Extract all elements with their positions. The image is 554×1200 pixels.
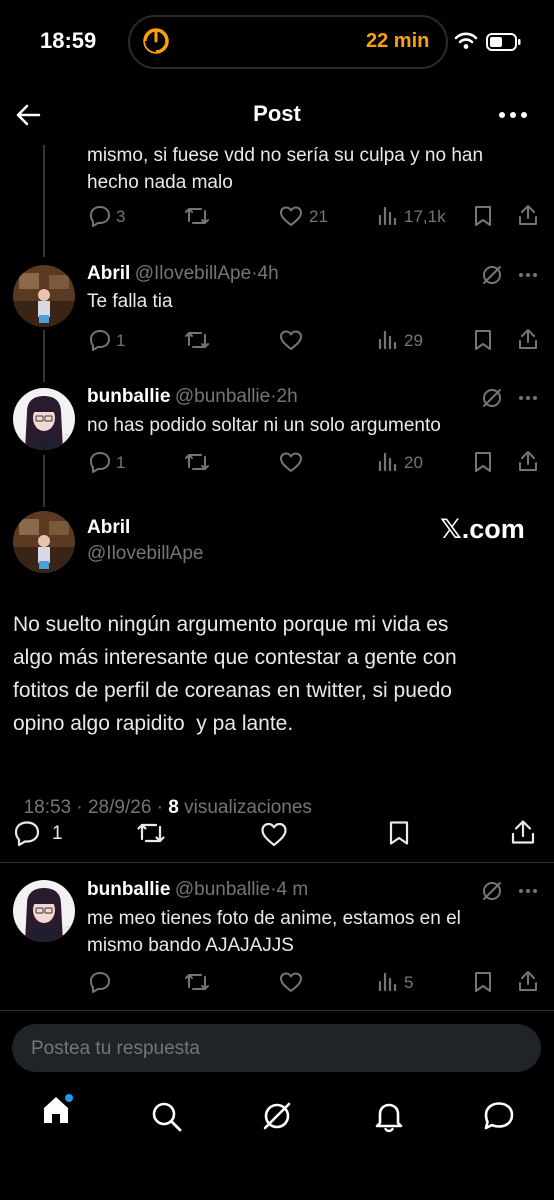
retweet-icon[interactable]	[183, 450, 211, 474]
reply-icon[interactable]	[87, 970, 113, 994]
more-options-icon[interactable]	[518, 272, 538, 278]
bookmark-icon[interactable]	[386, 819, 412, 847]
retweet-icon[interactable]	[135, 819, 167, 847]
views-icon[interactable]	[377, 452, 397, 472]
main-text-line: opino algo rapidito y pa lante.	[13, 712, 294, 735]
tweet-author-line: bunballie @bunballie·2h	[87, 386, 298, 408]
like-icon[interactable]	[278, 204, 304, 228]
reply-count: 1	[116, 331, 126, 350]
thread-line	[43, 330, 45, 382]
home-icon[interactable]	[40, 1092, 76, 1128]
author-handle[interactable]: @IlovebillApe	[135, 263, 251, 284]
svg-text:♡: ♡	[63, 925, 70, 934]
retweet-icon[interactable]	[183, 970, 211, 994]
share-icon[interactable]	[516, 327, 540, 351]
post-views-count: 8	[168, 797, 179, 818]
tweet-author-line: bunballie @bunballie·4 m	[87, 879, 308, 901]
tweet-author-line: Abril @IlovebillApe·4h	[87, 263, 279, 285]
share-icon[interactable]	[516, 969, 540, 993]
grok-nav-icon[interactable]	[260, 1099, 294, 1133]
avatar[interactable]	[13, 265, 75, 327]
like-count: 21	[309, 207, 328, 226]
thread-line	[43, 145, 45, 257]
tweet-text: mismo, si fuese vdd no sería su culpa y …	[87, 145, 484, 193]
like-icon[interactable]	[278, 328, 304, 352]
reply-icon[interactable]	[87, 204, 113, 228]
grok-icon[interactable]	[481, 264, 503, 286]
timer-label: 22 min	[366, 30, 430, 52]
tweet-text: no has podido soltar ni un solo argument…	[87, 415, 441, 436]
notifications-icon[interactable]	[372, 1099, 406, 1133]
reply-count: 1	[116, 453, 126, 472]
like-icon[interactable]	[278, 450, 304, 474]
share-icon[interactable]	[516, 449, 540, 473]
reply-icon[interactable]	[87, 328, 113, 352]
views-count: 20	[404, 453, 423, 472]
x-com-watermark: 𝕏.com	[440, 514, 525, 544]
post-views-label[interactable]: visualizaciones	[179, 797, 312, 818]
reply-count: 3	[116, 207, 126, 226]
search-icon[interactable]	[150, 1100, 184, 1134]
status-time: 18:59	[40, 28, 97, 53]
like-icon[interactable]	[259, 820, 289, 848]
messages-icon[interactable]	[482, 1099, 516, 1133]
main-avatar[interactable]	[13, 511, 75, 573]
page-title: Post	[253, 101, 301, 126]
avatar[interactable]: ♡	[13, 880, 75, 942]
tweet-text: Te falla tia	[87, 291, 173, 312]
divider	[0, 862, 554, 863]
retweet-icon[interactable]	[183, 328, 211, 352]
views-icon[interactable]	[377, 330, 397, 350]
thread-line	[43, 455, 45, 507]
svg-text:♡: ♡	[63, 433, 70, 442]
main-reply-count: 1	[52, 823, 63, 844]
author-handle[interactable]: @bunballie	[175, 386, 270, 407]
bookmark-icon[interactable]	[472, 204, 494, 228]
bookmark-icon[interactable]	[472, 970, 494, 994]
share-icon[interactable]	[516, 203, 540, 227]
wifi-icon	[454, 32, 478, 50]
retweet-icon[interactable]	[183, 204, 211, 228]
bookmark-icon[interactable]	[472, 450, 494, 474]
post-meta: 18:53 · 28/9/26 · 8 visualizaciones	[13, 775, 312, 819]
like-icon[interactable]	[278, 970, 304, 994]
main-text-line: No suelto ningún argumento porque mi vid…	[13, 613, 449, 636]
post-timestamp: 18:53 · 28/9/26 ·	[23, 797, 169, 818]
reply-icon[interactable]	[87, 450, 113, 474]
tweet-time: 4h	[257, 263, 279, 284]
more-options-icon[interactable]	[498, 110, 528, 120]
more-options-icon[interactable]	[518, 888, 538, 894]
author-name[interactable]: bunballie	[87, 879, 170, 900]
grok-icon[interactable]	[481, 387, 503, 409]
tweet-text-line: me meo tienes foto de anime, estamos en …	[87, 908, 461, 929]
avatar[interactable]: ♡	[13, 388, 75, 450]
share-icon[interactable]	[509, 818, 537, 846]
tweet-time: 4 m	[276, 879, 309, 900]
battery-icon	[486, 33, 522, 51]
tweet-text-line: mismo bando AJAJAJJS	[87, 935, 294, 956]
main-text-line: fotitos de perfil de coreanas en twitter…	[13, 679, 452, 702]
author-name[interactable]: Abril	[87, 263, 130, 284]
timer-icon	[141, 26, 171, 56]
reply-placeholder[interactable]: Postea tu respuesta	[31, 1038, 200, 1060]
main-text-line: algo más interesante que contestar a gen…	[13, 646, 457, 669]
author-name[interactable]: bunballie	[87, 386, 170, 407]
grok-icon[interactable]	[481, 880, 503, 902]
views-count: 29	[404, 331, 423, 350]
views-icon[interactable]	[377, 972, 397, 992]
views-icon[interactable]	[377, 206, 397, 226]
divider	[0, 1010, 554, 1011]
main-author-name[interactable]: Abril	[87, 517, 130, 539]
main-author-handle[interactable]: @IlovebillApe	[87, 543, 203, 565]
tweet-time: 2h	[276, 386, 298, 407]
bookmark-icon[interactable]	[472, 328, 494, 352]
reply-icon[interactable]	[12, 819, 42, 847]
more-options-icon[interactable]	[518, 395, 538, 401]
author-handle[interactable]: @bunballie	[175, 879, 270, 900]
views-count: 17,1k	[404, 207, 446, 226]
views-count: 5	[404, 973, 414, 992]
